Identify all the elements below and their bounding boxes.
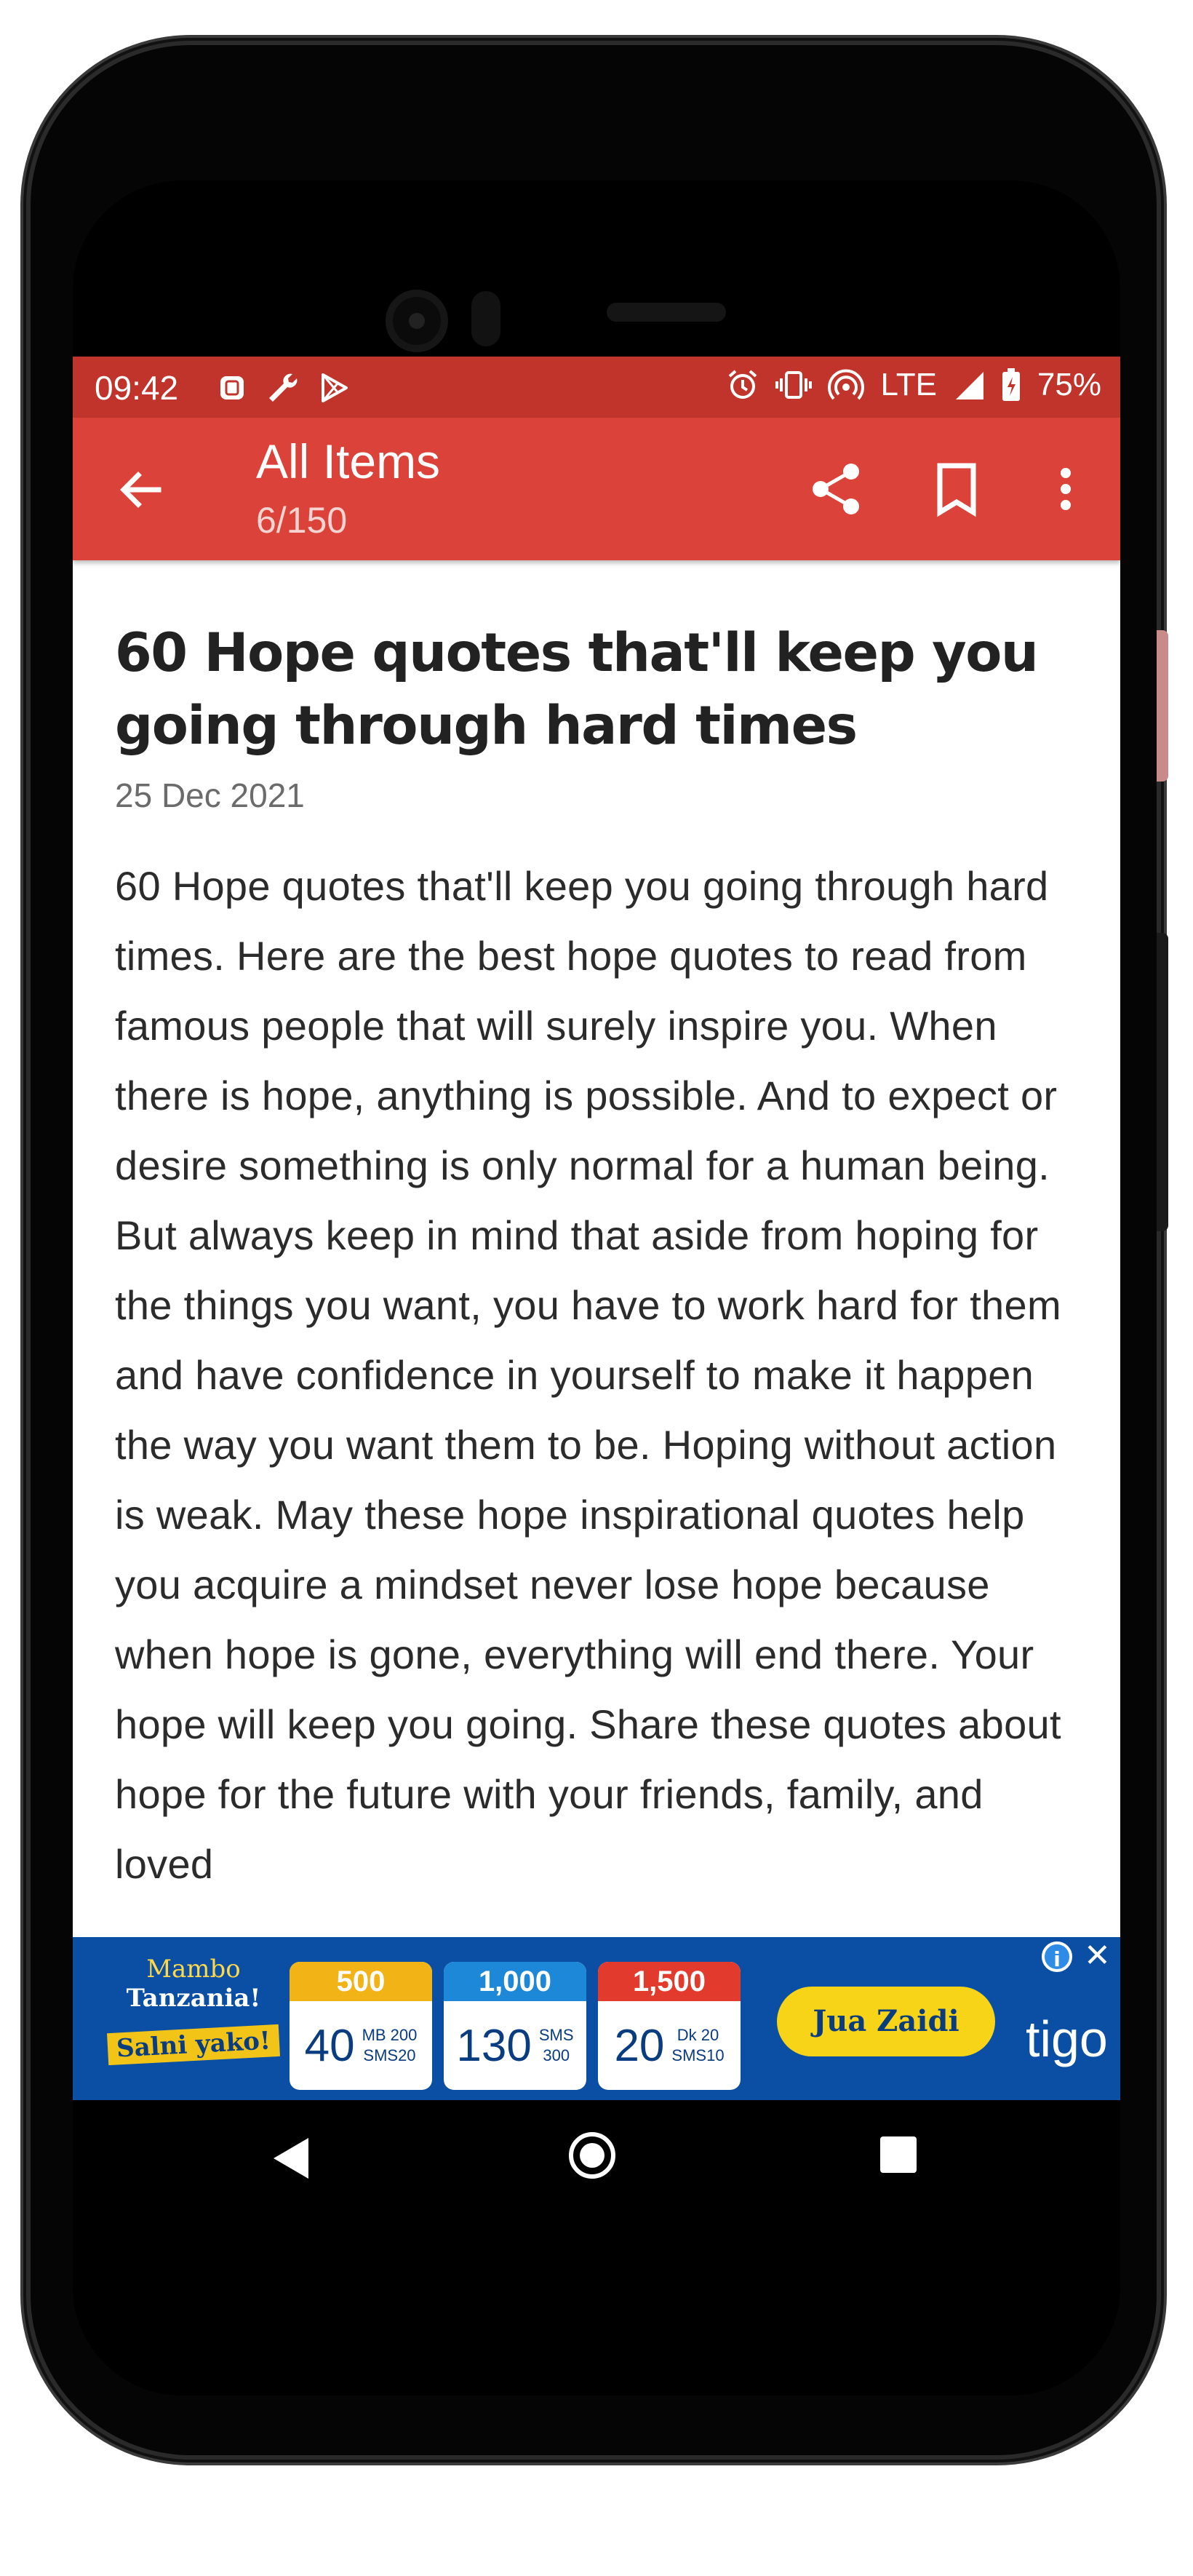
ad-close-icon[interactable]: ✕ xyxy=(1084,1937,1111,1974)
app-bar: All Items 6/150 xyxy=(73,418,1120,560)
alarm-icon xyxy=(729,370,757,399)
ad-info-icon[interactable]: i xyxy=(1042,1941,1072,1972)
app-notification-icon xyxy=(220,376,244,399)
ad-brand-line1: Mambo xyxy=(146,1955,241,1984)
hotspot-icon xyxy=(828,369,865,400)
article-date: 25 Dec 2021 xyxy=(115,776,305,814)
ad-bundle: 1,000 130 SMS 300 xyxy=(444,1962,586,2090)
ad-bundle: 1,500 20 Dk 20 SMS10 xyxy=(598,1962,741,2090)
nav-recents-icon[interactable] xyxy=(880,2136,917,2173)
bundle-price: 500 xyxy=(290,1962,432,2001)
ad-cta-button[interactable]: Jua Zaidi xyxy=(777,1987,995,2056)
power-button xyxy=(1157,933,1168,1231)
bundle-amount: 40 xyxy=(304,2020,355,2071)
volume-button xyxy=(1157,630,1168,782)
item-counter: 6/150 xyxy=(256,500,348,541)
back-arrow-icon[interactable] xyxy=(115,464,166,515)
signal-icon xyxy=(955,372,983,399)
navigation-bar xyxy=(73,2100,1120,2217)
bundle-detail: MB 200 xyxy=(362,2026,418,2044)
more-vert-icon[interactable] xyxy=(1040,460,1091,518)
bundle-detail: Dk 20 xyxy=(677,2026,719,2044)
bundle-amount: 130 xyxy=(456,2020,532,2071)
bundle-price: 1,000 xyxy=(444,1962,586,2001)
article-title: 60 Hope quotes that'll keep you going th… xyxy=(115,622,1039,757)
nav-home-icon[interactable] xyxy=(569,2132,615,2179)
network-type: LTE xyxy=(880,367,937,402)
ad-brand-tag: Salni yako! xyxy=(107,2024,280,2066)
front-camera xyxy=(386,290,448,352)
nav-back-icon[interactable] xyxy=(269,2135,313,2182)
wrench-icon xyxy=(269,373,298,402)
bundle-detail: SMS10 xyxy=(671,2046,725,2064)
play-store-icon xyxy=(322,373,348,402)
status-bar: 09:42 LTE 75% xyxy=(73,357,1120,418)
bundle-detail: SMS20 xyxy=(363,2046,416,2064)
bundle-detail: 300 xyxy=(543,2046,570,2064)
battery-icon xyxy=(1002,368,1020,401)
app-screen: 09:42 LTE 75% All Items 6/150 60 Hope qu… xyxy=(73,357,1120,2100)
ad-brand: Mambo Tanzania! Salni yako! xyxy=(99,1955,288,2066)
bookmark-icon[interactable] xyxy=(931,460,982,518)
share-icon[interactable] xyxy=(807,460,866,518)
proximity-sensor xyxy=(471,291,500,346)
app-bar-title: All Items xyxy=(256,434,441,488)
earpiece-speaker xyxy=(607,303,726,322)
article-body: 60 Hope quotes that'll keep you going th… xyxy=(115,863,1061,1887)
ad-logo: tigo xyxy=(1026,2011,1108,2067)
ad-bundle: 500 40 MB 200 SMS20 xyxy=(290,1962,432,2090)
article-content: 60 Hope quotes that'll keep you going th… xyxy=(115,560,1090,1899)
bundle-detail: SMS xyxy=(538,2026,574,2044)
bundle-amount: 20 xyxy=(614,2020,665,2071)
battery-level: 75% xyxy=(1037,367,1101,402)
vibrate-icon xyxy=(775,371,813,399)
ad-banner[interactable]: Mambo Tanzania! Salni yako! 500 40 MB 20… xyxy=(73,1937,1120,2100)
bundle-price: 1,500 xyxy=(598,1962,741,2001)
status-time: 09:42 xyxy=(95,369,179,407)
ad-brand-line2: Tanzania! xyxy=(126,1984,261,2013)
